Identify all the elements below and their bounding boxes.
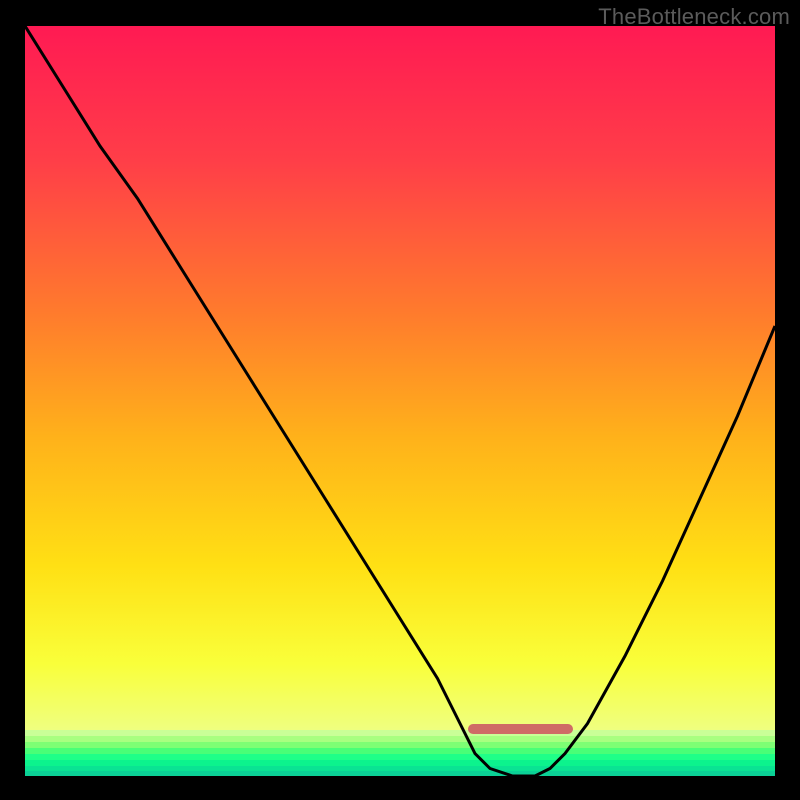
watermark-text: TheBottleneck.com <box>598 4 790 30</box>
plot-area <box>25 26 775 776</box>
chart-frame: TheBottleneck.com <box>0 0 800 800</box>
bottleneck-curve-line <box>25 26 775 776</box>
bottleneck-curve-svg <box>25 26 775 776</box>
optimal-range-marker <box>468 724 573 734</box>
